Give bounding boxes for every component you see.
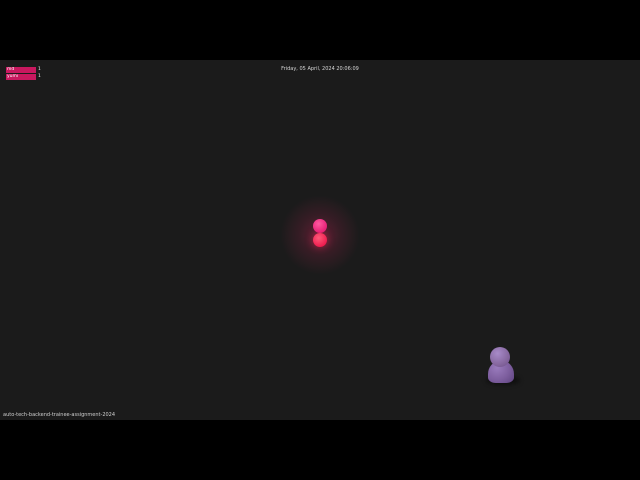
local-player-head[interactable] xyxy=(313,219,327,233)
remote-player-head[interactable] xyxy=(490,347,510,367)
legend-item: md 1 xyxy=(6,67,41,73)
app-viewport: Friday, 05 April, 2024 20:06:09 md 1 yum… xyxy=(0,0,640,480)
legend-player-name: md xyxy=(6,67,36,73)
legend-item: yumi 1 xyxy=(6,74,41,80)
repo-footer-text: auto-tech-backend-trainee-assignment-202… xyxy=(3,412,116,418)
game-stage[interactable]: Friday, 05 April, 2024 20:06:09 md 1 yum… xyxy=(0,60,640,420)
legend-player-count: 1 xyxy=(38,67,41,72)
local-player-body[interactable] xyxy=(313,233,327,247)
legend-player-count: 1 xyxy=(38,74,41,79)
datetime-display: Friday, 05 April, 2024 20:06:09 xyxy=(281,66,359,72)
player-legend: md 1 yumi 1 xyxy=(6,67,41,81)
legend-player-name: yumi xyxy=(6,74,36,80)
